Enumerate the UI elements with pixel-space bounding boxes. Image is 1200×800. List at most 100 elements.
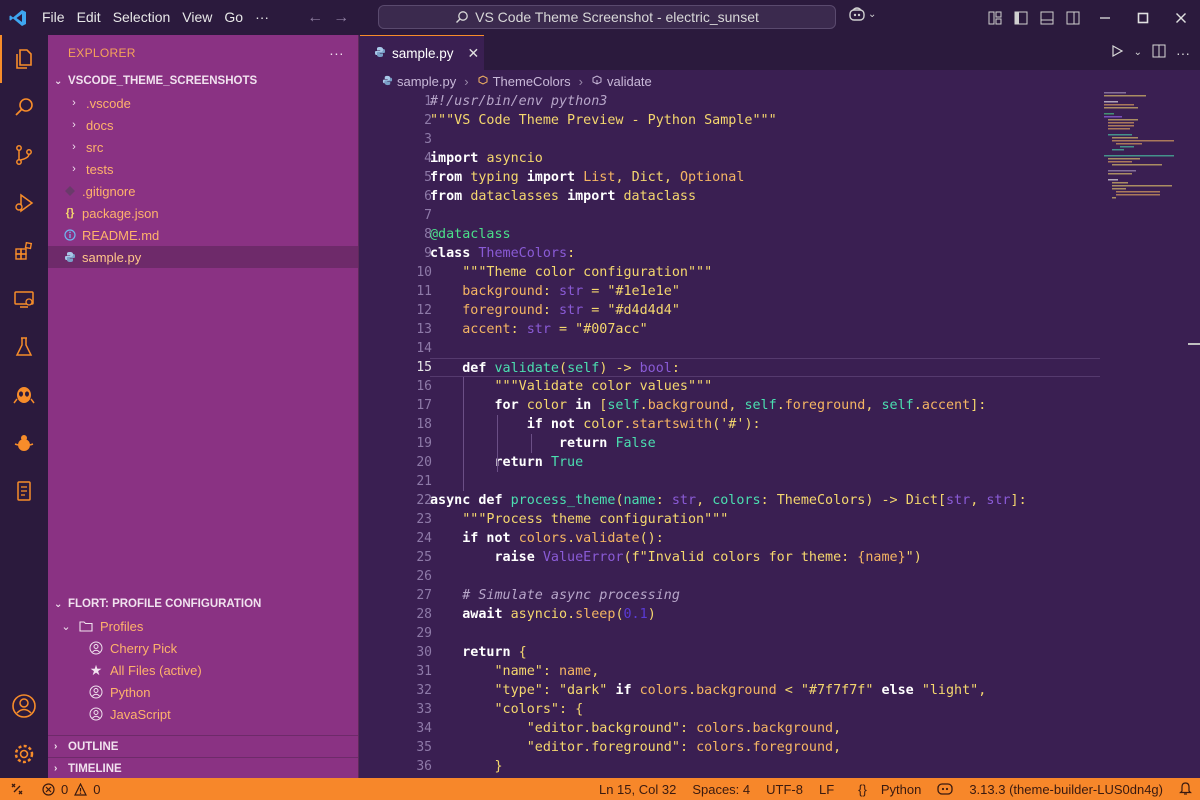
profiles-group[interactable]: ⌄ Profiles xyxy=(48,615,358,637)
toggle-primary-sidebar-icon[interactable] xyxy=(1008,0,1034,35)
close-tab-icon[interactable]: ✕ xyxy=(468,45,480,62)
code-line: "name": name, xyxy=(494,664,600,679)
tree-folder-tests[interactable]: › tests xyxy=(48,158,358,180)
tree-item-label: docs xyxy=(86,117,114,133)
search-icon[interactable] xyxy=(0,83,48,131)
language-mode[interactable]: {} Python xyxy=(842,782,929,797)
more-actions-button[interactable]: ··· xyxy=(329,45,344,61)
end-of-line[interactable]: LF xyxy=(811,782,842,797)
chevron-down-icon: ⌄ xyxy=(54,75,63,87)
back-arrow-icon[interactable]: ← xyxy=(307,9,323,27)
remote-explorer-icon[interactable] xyxy=(0,275,48,323)
bell-icon[interactable] xyxy=(1171,781,1200,798)
timeline-section-header[interactable]: › TIMELINE xyxy=(48,757,358,779)
menu-file[interactable]: File xyxy=(36,0,71,35)
tree-folder-docs[interactable]: › docs xyxy=(48,114,358,136)
gear-icon[interactable] xyxy=(0,730,48,778)
run-python-icon[interactable] xyxy=(1110,44,1124,61)
run-debug-icon[interactable] xyxy=(0,179,48,227)
python-interpreter[interactable]: 3.13.3 (theme-builder-LUS0dn4g) xyxy=(961,782,1171,797)
account-icon xyxy=(88,685,104,699)
toggle-secondary-sidebar-icon[interactable] xyxy=(1060,0,1086,35)
explorer-sidebar: EXPLORER ··· ⌄ VSCODE_THEME_SCREENSHOTS … xyxy=(48,35,359,778)
cursor-position[interactable]: Ln 15, Col 32 xyxy=(591,782,684,797)
braces-icon: {} xyxy=(858,781,867,797)
tree-item-label: .vscode xyxy=(86,95,131,111)
tree-folder-src[interactable]: › src xyxy=(48,136,358,158)
encoding[interactable]: UTF-8 xyxy=(758,782,811,797)
sidebar-header: EXPLORER ··· xyxy=(48,35,358,70)
profiles-label: Profiles xyxy=(100,618,144,634)
status-bar: 0 0 Ln 15, Col 32 Spaces: 4 UTF-8 LF {} … xyxy=(0,778,1200,800)
profile-all-files[interactable]: ★ All Files (active) xyxy=(48,659,358,681)
profile-python[interactable]: Python xyxy=(48,681,358,703)
flort-section-header[interactable]: ⌄ FLORT: PROFILE CONFIGURATION xyxy=(48,593,358,615)
extensions-icon[interactable] xyxy=(0,227,48,275)
code-line: for color in [self.background, self.fore… xyxy=(494,398,987,413)
bottom-panels: › OUTLINE › TIMELINE xyxy=(48,735,358,779)
line-number: 20 xyxy=(416,455,432,470)
chevron-down-icon[interactable]: ⌄ xyxy=(1134,47,1142,58)
tree-file-gitignore[interactable]: .gitignore xyxy=(48,180,358,202)
project-name: VSCODE_THEME_SCREENSHOTS xyxy=(68,75,258,87)
vertical-scrollbar[interactable] xyxy=(1186,92,1200,778)
tab-sample-py[interactable]: sample.py ✕ xyxy=(360,35,484,70)
tree-file-sample-py[interactable]: sample.py xyxy=(48,246,358,268)
split-editor-icon[interactable] xyxy=(1152,44,1166,61)
profile-label: JavaScript xyxy=(110,706,171,722)
breadcrumb-file[interactable]: sample.py xyxy=(397,74,456,89)
tree-folder-vscode[interactable]: › .vscode xyxy=(48,92,358,114)
tree-file-package-json[interactable]: {} package.json xyxy=(48,202,358,224)
window-controls xyxy=(982,0,1200,35)
more-actions-icon[interactable]: ··· xyxy=(1176,45,1190,61)
line-number: 16 xyxy=(416,379,432,394)
accounts-icon[interactable] xyxy=(0,682,48,730)
code-editor[interactable]: 1 2 3 4 5 6 7 8 9 10 11 12 13 14 15 16 17 18 19 20 21 22 23 24 2… xyxy=(360,92,1200,778)
json-file-icon: {} xyxy=(65,207,75,219)
indent-guide xyxy=(463,377,464,491)
outline-title: OUTLINE xyxy=(68,740,119,753)
minimize-icon[interactable] xyxy=(1086,0,1124,35)
menu-view[interactable]: View xyxy=(176,0,218,35)
menu-go[interactable]: Go xyxy=(218,0,249,35)
code-line: accent: str = "#007acc" xyxy=(462,322,648,337)
remote-indicator[interactable] xyxy=(0,778,34,800)
customize-layout-icon[interactable] xyxy=(982,0,1008,35)
source-control-icon[interactable] xyxy=(0,131,48,179)
tree-item-label: src xyxy=(86,139,104,155)
indentation[interactable]: Spaces: 4 xyxy=(684,782,758,797)
command-center-search[interactable]: VS Code Theme Screenshot - electric_suns… xyxy=(378,5,836,29)
toggle-panel-icon[interactable] xyxy=(1034,0,1060,35)
chevron-down-icon: ⌄ xyxy=(54,598,63,610)
testing-icon[interactable] xyxy=(0,323,48,371)
chevron-down-icon: ⌄ xyxy=(61,620,71,633)
copilot-status-icon[interactable] xyxy=(929,781,961,798)
copilot-button[interactable]: ⌄ xyxy=(848,6,876,22)
notebook-icon[interactable] xyxy=(0,467,48,515)
minimap[interactable] xyxy=(1104,92,1188,212)
tree-file-readme[interactable]: README.md xyxy=(48,224,358,246)
explorer-icon[interactable] xyxy=(0,35,48,83)
profile-cherry-pick[interactable]: Cherry Pick xyxy=(48,637,358,659)
title-bar: File Edit Selection View Go ··· ← → VS C… xyxy=(0,0,1200,35)
problems-indicator[interactable]: 0 0 xyxy=(42,782,100,797)
maximize-icon[interactable] xyxy=(1124,0,1162,35)
line-number: 9 xyxy=(424,246,432,261)
line-number: 33 xyxy=(416,702,432,717)
line-number: 18 xyxy=(416,417,432,432)
line-number: 1 xyxy=(424,94,432,109)
menu-edit[interactable]: Edit xyxy=(71,0,107,35)
project-section-header[interactable]: ⌄ VSCODE_THEME_SCREENSHOTS xyxy=(48,70,358,92)
breadcrumb-class[interactable]: ThemeColors xyxy=(493,74,571,89)
breadcrumb-method[interactable]: validate xyxy=(607,74,652,89)
forward-arrow-icon[interactable]: → xyxy=(333,9,349,27)
bug-extension-icon[interactable] xyxy=(0,419,48,467)
close-icon[interactable] xyxy=(1162,0,1200,35)
menu-selection[interactable]: Selection xyxy=(107,0,177,35)
menu-more[interactable]: ··· xyxy=(249,0,275,35)
outline-section-header[interactable]: › OUTLINE xyxy=(48,735,358,757)
code-line: #!/usr/bin/env python3 xyxy=(430,94,608,109)
alien-extension-icon[interactable] xyxy=(0,371,48,419)
profile-javascript[interactable]: JavaScript xyxy=(48,703,358,725)
